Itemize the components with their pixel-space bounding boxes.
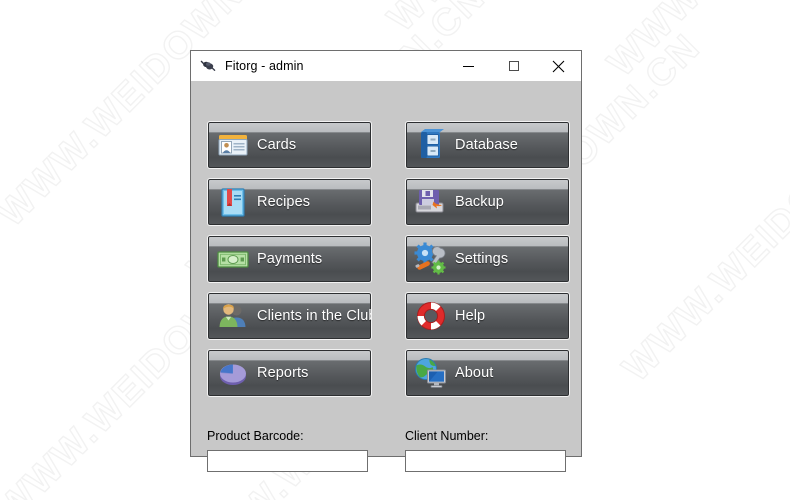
watermark-text: WWW.WEIDOWN.CN: [379, 0, 694, 40]
minimize-icon: [463, 65, 474, 67]
database-button-label: Database: [455, 137, 518, 153]
client-number-input[interactable]: [405, 450, 566, 472]
cards-button-label: Cards: [257, 137, 297, 153]
payments-button-label: Payments: [257, 251, 323, 267]
right-button-column: Database Backup Settings Help About: [405, 121, 570, 406]
client-number-group: Client Number:: [405, 429, 566, 472]
client-area: Cards Recipes Payments Clients in the Cl…: [191, 81, 581, 472]
product-barcode-label: Product Barcode:: [207, 429, 304, 443]
cards-button[interactable]: Cards: [207, 121, 372, 169]
title-bar[interactable]: Fitorg - admin: [191, 51, 581, 81]
fitorg-app-icon: [200, 58, 216, 74]
product-barcode-group: Product Barcode:: [207, 429, 368, 472]
left-button-column: Cards Recipes Payments Clients in the Cl…: [207, 121, 372, 406]
watermark-text: WWW.WEIDOWN.CN: [614, 75, 790, 390]
banknote-icon: [214, 240, 252, 278]
clients-in-the-club-button-label: Clients in the Club: [257, 308, 372, 324]
about-button-label: About: [455, 365, 494, 381]
window-title: Fitorg - admin: [225, 59, 304, 73]
settings-button[interactable]: Settings: [405, 235, 570, 283]
globe-monitor-icon: [412, 354, 450, 392]
maximize-button[interactable]: [491, 51, 536, 81]
recipes-button[interactable]: Recipes: [207, 178, 372, 226]
pie-chart-icon: [214, 354, 252, 392]
reports-button-label: Reports: [257, 365, 309, 381]
product-barcode-input[interactable]: [207, 450, 368, 472]
payments-button[interactable]: Payments: [207, 235, 372, 283]
watermark-text: WWW.WEIDOWN.CN: [599, 0, 790, 85]
client-number-label: Client Number:: [405, 429, 489, 443]
close-icon: [552, 60, 565, 72]
backup-button[interactable]: Backup: [405, 178, 570, 226]
backup-button-label: Backup: [455, 194, 504, 210]
book-icon: [214, 183, 252, 221]
close-button[interactable]: [536, 51, 581, 81]
reports-button[interactable]: Reports: [207, 349, 372, 397]
application-window: Fitorg - admin Cards Recipes Payments Cl…: [190, 50, 582, 472]
about-button[interactable]: About: [405, 349, 570, 397]
help-button-label: Help: [455, 308, 486, 324]
database-button[interactable]: Database: [405, 121, 570, 169]
clients-in-the-club-button[interactable]: Clients in the Club: [207, 292, 372, 340]
maximize-icon: [508, 61, 519, 71]
backup-drive-icon: [412, 183, 450, 221]
filing-cabinet-icon: [412, 126, 450, 164]
lifebuoy-icon: [412, 297, 450, 335]
users-icon: [214, 297, 252, 335]
id-card-icon: [214, 126, 252, 164]
gear-wrench-icon: [412, 240, 450, 278]
settings-button-label: Settings: [455, 251, 509, 267]
minimize-button[interactable]: [446, 51, 491, 81]
help-button[interactable]: Help: [405, 292, 570, 340]
recipes-button-label: Recipes: [257, 194, 311, 210]
